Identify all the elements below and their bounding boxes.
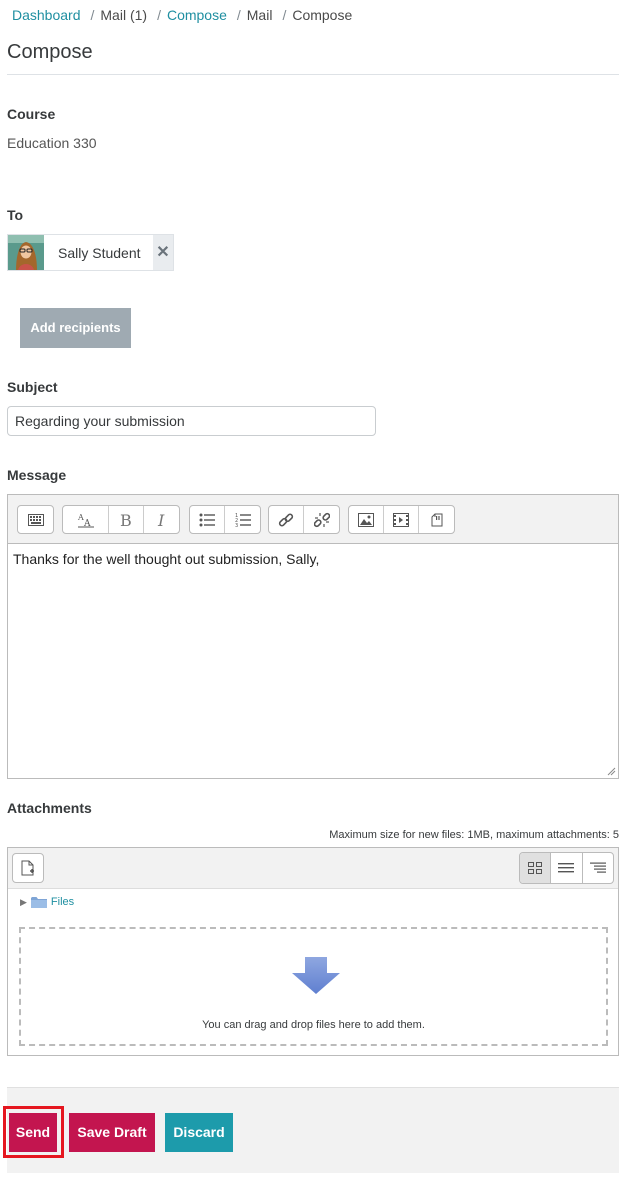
recipient-name: Sally Student [58, 245, 141, 261]
unordered-list-icon[interactable] [190, 506, 225, 533]
icon-view-icon[interactable] [520, 853, 552, 883]
drop-arrow-icon [292, 957, 340, 994]
file-dropzone[interactable]: You can drag and drop files here to add … [19, 927, 608, 1046]
recipient-chip: Sally Student ✕ [7, 234, 174, 271]
discard-button[interactable]: Discard [165, 1113, 233, 1152]
file-manager-toolbar [8, 848, 618, 889]
resize-handle-icon[interactable] [607, 767, 616, 776]
add-file-icon[interactable] [12, 853, 44, 883]
breadcrumb: Dashboard / Mail (1) / Compose / Mail / Compose [12, 7, 352, 23]
breadcrumb-compose-link[interactable]: Compose [167, 7, 227, 23]
list-view-icon[interactable] [551, 853, 583, 883]
editor-toolbar: AA B I 123 [8, 495, 618, 544]
drop-instructions: You can drag and drop files here to add … [202, 1019, 425, 1031]
page-title: Compose [7, 41, 93, 63]
svg-text:I: I [157, 512, 165, 528]
ordered-list-icon[interactable]: 123 [225, 506, 260, 533]
italic-icon[interactable]: I [144, 506, 179, 533]
view-switcher [519, 852, 614, 884]
show-more-buttons-icon[interactable] [18, 506, 53, 533]
remove-recipient-icon[interactable]: ✕ [153, 235, 173, 270]
breadcrumb-mail-inbox: Mail (1) [100, 7, 148, 23]
subject-input[interactable] [7, 406, 376, 436]
send-button[interactable]: Send [9, 1113, 57, 1152]
toolbar-group-lists: 123 [189, 505, 261, 534]
link-icon[interactable] [269, 506, 304, 533]
bold-icon[interactable]: B [109, 506, 144, 533]
add-recipients-button[interactable]: Add recipients [20, 308, 131, 348]
font-style-icon[interactable]: AA [63, 506, 109, 533]
folder-name: Files [50, 896, 75, 908]
save-draft-button[interactable]: Save Draft [69, 1113, 155, 1152]
svg-text:3: 3 [235, 523, 238, 527]
toolbar-group-media [348, 505, 455, 534]
attachments-label: Attachments [7, 800, 92, 816]
attachment-limits-note: Maximum size for new files: 1MB, maximum… [329, 829, 619, 841]
breadcrumb-current: Compose [292, 7, 353, 23]
message-label: Message [7, 467, 67, 483]
toolbar-group-links [268, 505, 340, 534]
breadcrumb-separator: / [236, 7, 241, 23]
tree-view-icon[interactable] [583, 853, 613, 883]
breadcrumb-mail: Mail [246, 7, 273, 23]
unlink-icon[interactable] [304, 506, 339, 533]
manage-files-icon[interactable] [419, 506, 454, 533]
avatar [8, 235, 44, 270]
breadcrumb-dashboard[interactable]: Dashboard [12, 7, 81, 23]
expand-arrow-icon: ▶ [20, 896, 27, 907]
course-value: Education 330 [7, 135, 97, 151]
title-divider [7, 74, 619, 75]
file-manager: ▶ Files You can drag and drop files here… [7, 847, 619, 1056]
folder-icon [30, 897, 47, 908]
course-label: Course [7, 106, 56, 122]
toolbar-group-text: AA B I [62, 505, 180, 534]
svg-text:A: A [77, 513, 84, 522]
breadcrumb-separator: / [282, 7, 287, 23]
to-label: To [7, 207, 24, 223]
breadcrumb-separator: / [90, 7, 95, 23]
folder-path[interactable]: ▶ Files [20, 896, 74, 908]
toolbar-group-more [17, 505, 54, 534]
message-editor: AA B I 123 Thanks for the well thought o… [7, 494, 619, 779]
insert-media-icon[interactable] [384, 506, 419, 533]
svg-text:B: B [120, 512, 132, 528]
message-body[interactable]: Thanks for the well thought out submissi… [8, 545, 618, 778]
breadcrumb-separator: / [157, 7, 161, 23]
subject-label: Subject [7, 379, 58, 395]
insert-image-icon[interactable] [349, 506, 384, 533]
